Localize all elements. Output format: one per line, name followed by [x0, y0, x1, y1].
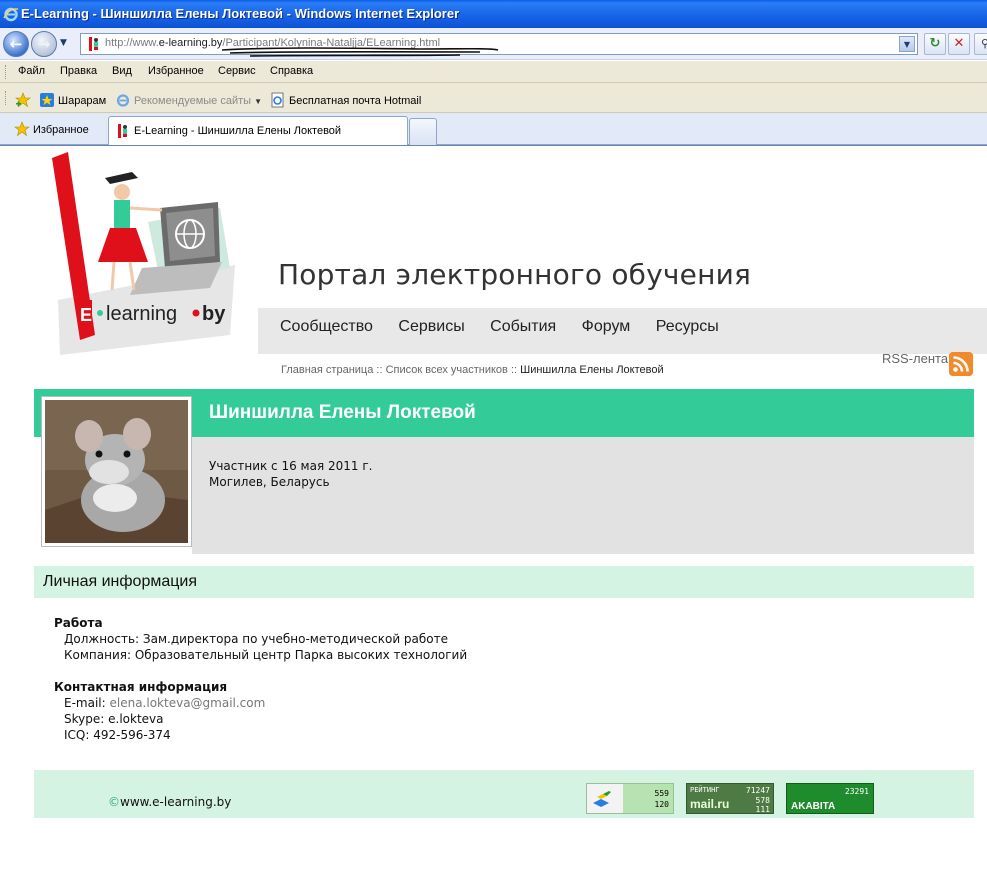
profile-meta: Участник с 16 мая 2011 г. Могилев, Белар…: [209, 458, 372, 490]
tab-title: E-Learning - Шиншилла Елены Локтевой: [134, 125, 342, 137]
email-link[interactable]: elena.lokteva@gmail.com: [110, 696, 266, 710]
icq-row: ICQ: 492-596-374: [64, 728, 171, 742]
new-tab-button[interactable]: [409, 118, 437, 145]
mailru-value-a: 71247: [745, 786, 770, 795]
menu-edit[interactable]: Правка: [60, 65, 97, 77]
toolbar-grip: [5, 65, 8, 79]
history-dropdown-icon[interactable]: ▼: [60, 38, 67, 48]
footer-site-link[interactable]: www.e-learning.by: [120, 795, 231, 809]
logo-e: E: [80, 305, 92, 325]
logo-by: by: [202, 303, 226, 325]
work-heading: Работа: [54, 616, 103, 630]
breadcrumb-participants[interactable]: Список всех участников: [386, 364, 508, 376]
rss-link[interactable]: RSS-лента: [882, 351, 973, 376]
star-icon: [14, 121, 30, 137]
menu-view[interactable]: Вид: [112, 65, 132, 77]
menu-help[interactable]: Справка: [270, 65, 313, 77]
tab-active[interactable]: E-Learning - Шиншилла Елены Локтевой: [108, 116, 408, 145]
company-row: Компания: Образовательный центр Парка вы…: [64, 648, 468, 662]
contact-block: Контактная информация E-mail: elena.lokt…: [54, 679, 265, 743]
stop-button[interactable]: ✕: [948, 33, 970, 55]
address-bar: ← → ▼ http://www.e-learning.by/Participa…: [0, 28, 987, 60]
position-row: Должность: Зам.директора по учебно-метод…: [64, 632, 449, 646]
logo-learning: learning: [106, 303, 177, 325]
breadcrumb-separator: ::: [507, 364, 521, 376]
breadcrumb-home[interactable]: Главная страница: [281, 364, 373, 376]
profile-name: Шиншилла Елены Локтевой: [209, 402, 476, 423]
work-block: Работа Должность: Зам.директора по учебн…: [54, 615, 467, 663]
skype-row: Skype: e.lokteva: [64, 712, 164, 726]
fav-link-hotmail[interactable]: Бесплатная почта Hotmail: [270, 92, 421, 108]
e-learning-logo[interactable]: E learning by: [50, 150, 285, 360]
nav-services[interactable]: Сервисы: [398, 318, 464, 335]
chevron-down-icon: ▼: [254, 97, 263, 106]
arrow-right-icon: →: [37, 35, 51, 53]
mailru-rating-label: РЕЙТИНГ: [690, 786, 720, 794]
menu-bar: Файл Правка Вид Избранное Сервис Справка: [0, 61, 987, 83]
ie-e-icon: [116, 94, 130, 107]
breadcrumb-current: Шиншилла Елены Локтевой: [520, 364, 664, 376]
back-button[interactable]: ←: [3, 31, 29, 57]
main-navigation: Сообщество Сервисы События Форум Ресурсы: [280, 318, 740, 336]
title-bar: E-Learning - Шиншилла Елены Локтевой - W…: [0, 0, 987, 28]
mailru-value-b: 578: [755, 796, 770, 805]
portal-title: Портал электронного обучения: [278, 258, 752, 291]
content-border: [0, 145, 987, 146]
favorites-button[interactable]: Избранное: [14, 121, 89, 137]
footer-copyright: ©www.e-learning.by: [108, 795, 231, 809]
favorites-bar: Шарарам Рекомендуемые сайты ▼ Бесплатная…: [0, 83, 987, 113]
tab-bar: Избранное E-Learning - Шиншилла Елены Ло…: [0, 113, 987, 145]
counter-badge-mailru[interactable]: РЕЙТИНГ mail.ru 71247 578 111: [686, 783, 774, 814]
nav-community[interactable]: Сообщество: [280, 318, 373, 335]
cube-chart-icon: [593, 791, 611, 807]
search-button[interactable]: ⚲: [974, 33, 987, 55]
nav-forum[interactable]: Форум: [582, 318, 631, 335]
profile-photo: [45, 400, 188, 543]
toolbar-grip: [5, 91, 8, 105]
rss-label: RSS-лента: [882, 351, 949, 366]
sharaam-icon: [40, 93, 54, 107]
akavita-value: 23291: [844, 787, 869, 796]
site-favicon-icon: [118, 124, 127, 138]
counter-badge-akavita[interactable]: 23291 AKABITA: [786, 783, 874, 814]
menu-favorites[interactable]: Избранное: [148, 65, 204, 77]
arrow-left-icon: ←: [9, 35, 23, 53]
redaction-scribble: [221, 47, 499, 57]
url-dropdown-icon[interactable]: ▼: [899, 36, 915, 52]
site-favicon-icon: [89, 37, 98, 51]
refresh-button[interactable]: ↻: [924, 33, 946, 55]
page-e-icon: [271, 92, 284, 108]
window-title: E-Learning - Шиншилла Елены Локтевой - W…: [21, 6, 460, 21]
location: Могилев, Беларусь: [209, 475, 330, 489]
mailru-brand: mail.ru: [690, 797, 730, 811]
akavita-brand: AKABITA: [791, 801, 836, 812]
internet-explorer-icon: [3, 7, 19, 22]
copyright-icon: ©: [108, 795, 120, 809]
profile-photo-frame: [41, 396, 192, 547]
rss-icon: [949, 352, 973, 376]
forward-button[interactable]: →: [31, 31, 57, 57]
fav-link-sharaam[interactable]: Шарарам: [39, 92, 106, 108]
mailru-value-c: 111: [755, 805, 770, 814]
contact-heading: Контактная информация: [54, 680, 228, 694]
fav-link-recommended[interactable]: Рекомендуемые сайты ▼: [115, 92, 262, 108]
star-plus-icon: [15, 92, 31, 108]
search-icon: ⚲: [980, 37, 987, 50]
member-since: Участник с 16 мая 2011 г.: [209, 459, 373, 473]
add-favorite-button[interactable]: [15, 92, 34, 108]
nav-resources[interactable]: Ресурсы: [656, 318, 719, 335]
email-row: E-mail: elena.lokteva@gmail.com: [64, 696, 266, 710]
breadcrumb-separator: ::: [373, 364, 386, 376]
breadcrumb: Главная страница :: Список всех участник…: [281, 364, 664, 376]
personal-info-title: Личная информация: [43, 573, 198, 590]
nav-events[interactable]: События: [490, 318, 556, 335]
menu-file[interactable]: Файл: [18, 65, 45, 77]
menu-tools[interactable]: Сервис: [218, 65, 256, 77]
counter1-top: 559: [654, 789, 669, 798]
counter-badge-1[interactable]: 559 120: [586, 783, 674, 814]
counter1-bottom: 120: [654, 800, 669, 809]
